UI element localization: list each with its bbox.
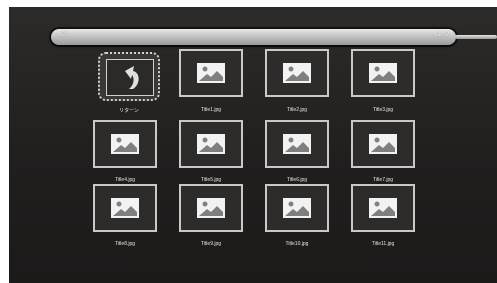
tile-label-title2: Title2.jpg <box>286 107 308 113</box>
file-tile-title11[interactable] <box>351 184 415 232</box>
image-placeholder-icon <box>197 198 225 218</box>
file-tile-title1[interactable] <box>179 49 243 97</box>
tile-label-title4: Title4.jpg <box>114 177 136 183</box>
file-tile-title5[interactable] <box>179 120 243 168</box>
image-placeholder-icon <box>369 198 397 218</box>
return-icon-frame <box>106 59 154 96</box>
image-placeholder-icon <box>283 134 311 154</box>
page-indicator: 1 / 2 <box>437 32 449 38</box>
tile-label-title10: Title10.jpg <box>285 241 309 247</box>
tile-label-title7: Title7.jpg <box>372 177 394 183</box>
image-placeholder-icon <box>197 63 225 83</box>
tile-label-title11: Title11.jpg <box>371 241 395 247</box>
image-placeholder-icon <box>283 198 311 218</box>
scrollbar[interactable] <box>455 35 497 39</box>
file-tile-title4[interactable] <box>93 120 157 168</box>
path-bar: C/ 1 / 2 <box>51 29 456 45</box>
tile-label-title5: Title5.jpg <box>200 177 222 183</box>
file-tile-title2[interactable] <box>265 49 329 97</box>
file-tile-title9[interactable] <box>179 184 243 232</box>
file-tile-title10[interactable] <box>265 184 329 232</box>
tile-label-title9: Title9.jpg <box>200 241 222 247</box>
file-tile-title8[interactable] <box>93 184 157 232</box>
tile-label-return: リターン <box>119 108 139 114</box>
file-tile-title3[interactable] <box>351 49 415 97</box>
current-path: C/ <box>61 32 67 38</box>
file-tile-title6[interactable] <box>265 120 329 168</box>
tile-label-title1: Title1.jpg <box>200 107 222 113</box>
tile-label-title6: Title6.jpg <box>286 177 308 183</box>
image-placeholder-icon <box>197 134 225 154</box>
file-tile-title7[interactable] <box>351 120 415 168</box>
return-arrow-icon <box>125 66 139 89</box>
file-browser-screen: C/ 1 / 2 リターン Title1.jpg Title2.jpg Titl… <box>9 7 497 283</box>
image-placeholder-icon <box>369 134 397 154</box>
tile-label-title3: Title3.jpg <box>372 107 394 113</box>
image-placeholder-icon <box>111 134 139 154</box>
image-placeholder-icon <box>369 63 397 83</box>
image-placeholder-icon <box>283 63 311 83</box>
tile-label-title8: Title8.jpg <box>114 241 136 247</box>
image-placeholder-icon <box>111 198 139 218</box>
return-tile[interactable] <box>98 52 160 101</box>
